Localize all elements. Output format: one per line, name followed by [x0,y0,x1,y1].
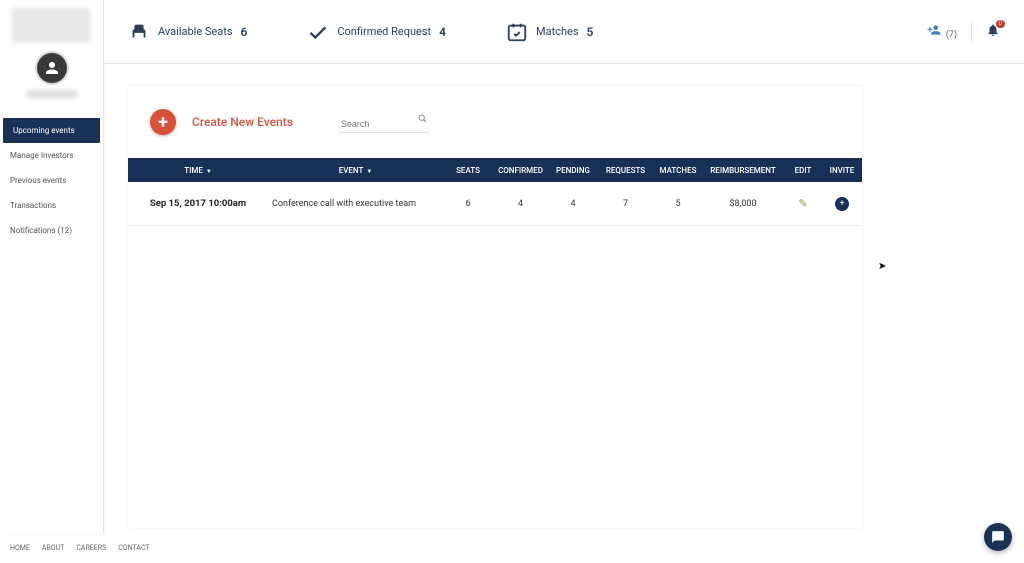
sidebar-item-notifications[interactable]: Notifications (12) [0,218,103,243]
edit-button[interactable]: ✎ [798,197,807,210]
cell-time: Sep 15, 2017 10:00am [128,198,268,209]
metric-label: Available Seats [158,25,233,38]
cell-confirmed: 4 [493,199,548,209]
username [27,90,77,98]
topbar: Available Seats 6 Confirmed Request 4 Ma… [104,0,1024,64]
sidebar-item-manage-investors[interactable]: Manage Investors [0,143,103,168]
invite-button[interactable]: + [835,197,849,211]
footer-link-careers[interactable]: CAREERS [76,544,106,552]
header-edit: EDIT [783,166,823,175]
person-add-icon [926,23,942,37]
sidebar-item-transactions[interactable]: Transactions [0,193,103,218]
user-icon [43,59,61,77]
sidebar: Upcoming events Manage Investors Previou… [0,0,104,534]
metric-value: 4 [439,25,446,39]
create-row: + Create New Events [128,86,862,158]
header-confirmed[interactable]: CONFIRMED [493,166,548,175]
table-row[interactable]: Sep 15, 2017 10:00am Conference call wit… [128,182,862,226]
metric-matches: Matches 5 [506,21,593,43]
table-header: TIME▼ EVENT▼ SEATS CONFIRMED PENDING REQ… [128,158,862,182]
cell-event: Conference call with executive team [268,199,443,209]
notifications-button[interactable]: 0 [986,23,1000,41]
metric-value: 6 [241,25,248,39]
header-pending[interactable]: PENDING [548,166,598,175]
seat-icon [128,21,150,43]
friend-count: (7) [946,30,957,40]
search-icon [418,114,427,126]
header-event[interactable]: EVENT▼ [268,166,443,175]
footer-link-contact[interactable]: CONTACT [118,544,149,552]
nav-list: Upcoming events Manage Investors Previou… [0,118,103,243]
create-event-button[interactable]: + [150,109,176,135]
cell-pending: 4 [548,199,598,209]
metric-label: Matches [536,25,579,38]
footer-link-about[interactable]: ABOUT [42,544,64,552]
avatar[interactable] [37,53,67,83]
create-event-label: Create New Events [192,115,293,129]
search-box [339,112,429,133]
sidebar-item-previous-events[interactable]: Previous events [0,168,103,193]
events-card: + Create New Events TIME▼ EVENT▼ SEATS C… [128,86,862,528]
header-matches[interactable]: MATCHES [653,166,703,175]
metric-available-seats: Available Seats 6 [128,21,247,43]
bell-badge: 0 [996,20,1005,28]
sidebar-item-upcoming-events[interactable]: Upcoming events [3,118,100,143]
calendar-check-icon [506,21,528,43]
divider [971,23,972,41]
metric-confirmed-request: Confirmed Request 4 [307,21,446,43]
avatar-section [0,47,103,112]
cell-invite: + [823,197,861,211]
header-invite: INVITE [823,166,861,175]
search-input[interactable] [339,116,429,133]
chat-icon [991,530,1005,544]
metric-label: Confirmed Request [337,25,431,38]
cell-matches: 5 [653,199,703,209]
footer-links: HOME ABOUT CAREERS CONTACT [10,544,150,552]
sort-arrow-icon: ▼ [366,168,372,175]
cell-reimbursement: $8,000 [703,199,783,209]
sort-arrow-icon: ▼ [206,168,212,175]
cell-edit: ✎ [783,197,823,210]
header-reimbursement[interactable]: REIMBURSEMENT [703,166,783,175]
metric-value: 5 [587,25,594,39]
cell-seats: 6 [443,199,493,209]
header-time[interactable]: TIME▼ [128,166,268,175]
check-icon [307,21,329,43]
header-requests[interactable]: REQUESTS [598,166,653,175]
topbar-right: (7) 0 [926,23,1000,41]
cell-requests: 7 [598,199,653,209]
chat-bubble-button[interactable] [984,523,1012,551]
footer-link-home[interactable]: HOME [10,544,30,552]
header-seats[interactable]: SEATS [443,166,493,175]
add-friend-button[interactable]: (7) [926,23,957,41]
logo [12,8,91,43]
cursor-icon: ➤ [878,261,886,272]
